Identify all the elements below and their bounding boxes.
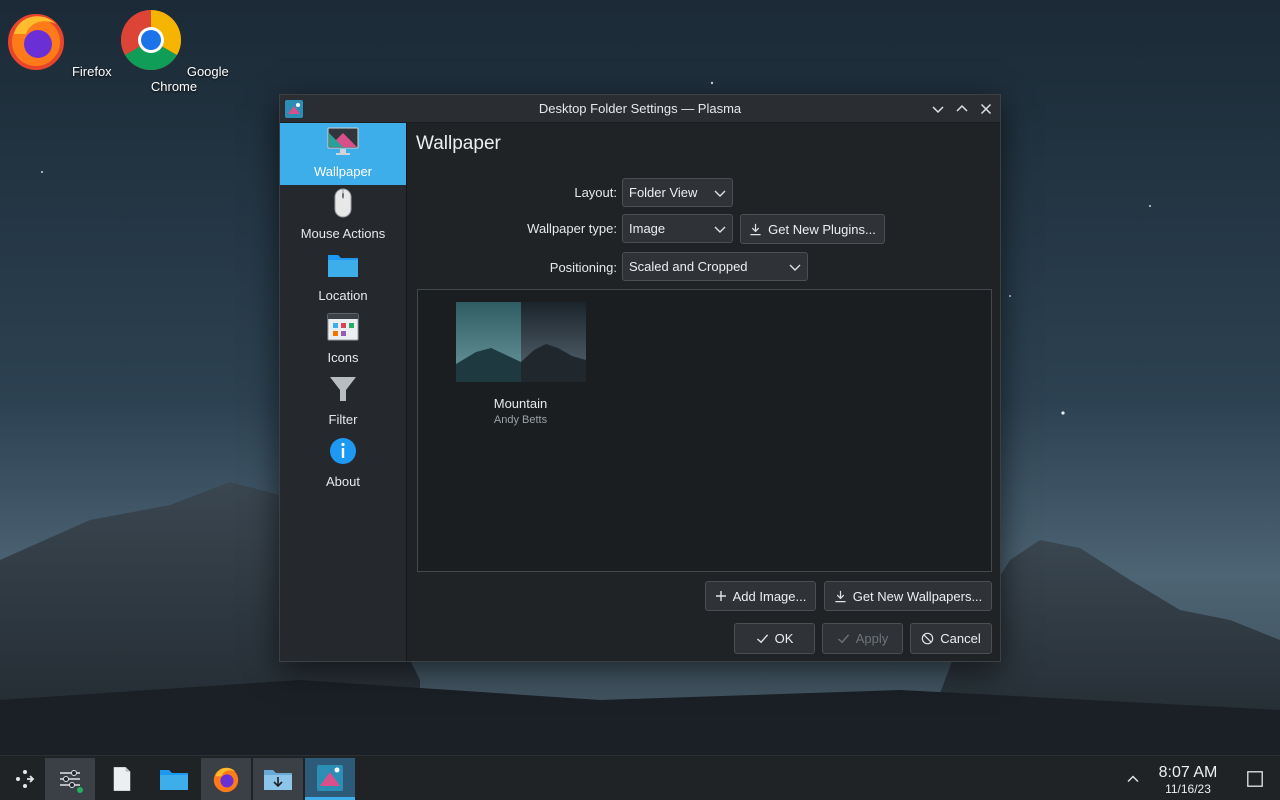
settings-sidebar: Wallpaper Mouse Actions Location Icons F… xyxy=(280,123,407,661)
info-icon xyxy=(330,438,356,464)
firefox-icon xyxy=(8,14,65,70)
task-plasma-settings[interactable] xyxy=(305,758,355,800)
sidebar-item-location[interactable]: Location xyxy=(280,247,406,309)
checkmark-icon xyxy=(756,634,768,644)
application-launcher[interactable] xyxy=(0,758,50,800)
folder-icon xyxy=(328,255,358,277)
desktop-icon-firefox[interactable]: Firefox xyxy=(3,8,113,79)
close-icon xyxy=(980,103,992,115)
positioning-select[interactable]: Scaled and Cropped xyxy=(622,252,808,281)
mouse-icon xyxy=(334,188,352,218)
wallpaper-type-label: Wallpaper type: xyxy=(527,221,617,236)
apply-button[interactable]: Apply xyxy=(822,623,903,654)
checkmark-icon xyxy=(837,634,849,644)
layout-label: Layout: xyxy=(574,185,617,200)
task-firefox[interactable] xyxy=(201,758,251,800)
clock-date: 11/16/23 xyxy=(1165,782,1211,796)
get-new-wallpapers-button[interactable]: Get New Wallpapers... xyxy=(824,581,992,611)
ok-button[interactable]: OK xyxy=(734,623,815,654)
icons-grid-icon xyxy=(327,313,359,341)
sidebar-item-label: Icons xyxy=(327,350,359,365)
wallpaper-type-select-value: Image xyxy=(629,221,666,236)
cancel-icon xyxy=(921,632,934,645)
close-button[interactable] xyxy=(976,99,996,119)
sidebar-item-wallpaper[interactable]: Wallpaper xyxy=(280,123,406,185)
get-new-plugins-label: Get New Plugins... xyxy=(768,221,876,237)
task-downloads[interactable] xyxy=(253,758,303,800)
taskbar: 8:07 AM 11/16/23 xyxy=(0,755,1280,800)
firefox-icon xyxy=(213,767,239,793)
page-title: Wallpaper xyxy=(416,133,501,154)
digital-clock[interactable]: 8:07 AM 11/16/23 xyxy=(1150,764,1226,796)
settings-window: Desktop Folder Settings — Plasma Wallpap… xyxy=(279,94,1001,662)
wallpaper-thumbnail xyxy=(455,302,586,382)
show-desktop-icon xyxy=(1247,771,1263,787)
plus-icon xyxy=(715,591,726,601)
task-system-settings[interactable] xyxy=(45,758,95,800)
ok-label: OK xyxy=(774,631,794,646)
layout-select-value: Folder View xyxy=(629,185,698,200)
document-icon xyxy=(113,767,131,791)
sidebar-item-about[interactable]: About xyxy=(280,433,406,495)
show-desktop-button[interactable] xyxy=(1230,758,1280,800)
minimize-button[interactable] xyxy=(928,99,948,119)
download-icon xyxy=(750,223,761,235)
chrome-icon xyxy=(121,9,182,71)
chevron-up-icon xyxy=(1127,775,1139,783)
add-image-button[interactable]: Add Image... xyxy=(705,581,816,611)
desktop-icon-label: Firefox xyxy=(71,64,112,79)
layout-select[interactable]: Folder View xyxy=(622,178,733,207)
filter-funnel-icon xyxy=(330,377,356,401)
sidebar-item-filter[interactable]: Filter xyxy=(280,371,406,433)
sidebar-item-label: Wallpaper xyxy=(313,164,373,179)
settings-content: Wallpaper Layout: Folder View Wallpaper … xyxy=(408,123,1000,661)
sidebar-item-label: Mouse Actions xyxy=(300,226,386,241)
chevron-down-icon xyxy=(789,264,801,271)
download-icon xyxy=(835,590,846,602)
get-new-wallpapers-label: Get New Wallpapers... xyxy=(852,588,983,604)
wallpaper-name: Mountain xyxy=(493,396,548,411)
task-file-manager[interactable] xyxy=(149,758,199,800)
sidebar-item-label: About xyxy=(326,474,360,489)
apply-label: Apply xyxy=(855,631,889,646)
add-image-label: Add Image... xyxy=(732,588,807,604)
wallpaper-list[interactable]: Mountain Andy Betts xyxy=(417,289,992,572)
clock-time: 8:07 AM xyxy=(1158,764,1218,781)
desktop-icon-google-chrome[interactable]: Google Chrome xyxy=(119,8,229,94)
folder-icon xyxy=(160,770,188,790)
sidebar-item-icons[interactable]: Icons xyxy=(280,309,406,371)
sidebar-item-mouse-actions[interactable]: Mouse Actions xyxy=(280,185,406,247)
downloads-folder-icon xyxy=(264,770,292,790)
cancel-label: Cancel xyxy=(940,631,981,646)
launcher-icon xyxy=(16,770,35,788)
wallpaper-item[interactable]: Mountain Andy Betts xyxy=(448,302,593,426)
sidebar-item-label: Filter xyxy=(328,412,358,427)
chevron-down-icon xyxy=(714,190,726,197)
window-titlebar[interactable]: Desktop Folder Settings — Plasma xyxy=(280,95,1000,123)
sidebar-item-label: Location xyxy=(318,288,368,303)
get-new-plugins-button[interactable]: Get New Plugins... xyxy=(740,214,885,244)
chevron-down-icon xyxy=(932,106,944,114)
task-document[interactable] xyxy=(97,758,147,800)
wallpaper-type-select[interactable]: Image xyxy=(622,214,733,243)
settings-sliders-icon xyxy=(60,770,83,793)
positioning-label: Positioning: xyxy=(549,260,617,275)
plasma-settings-icon xyxy=(317,764,343,791)
wallpaper-author: Andy Betts xyxy=(493,414,548,426)
cancel-button[interactable]: Cancel xyxy=(910,623,992,654)
monitor-icon xyxy=(327,127,359,155)
chevron-down-icon xyxy=(714,226,726,233)
maximize-button[interactable] xyxy=(952,99,972,119)
positioning-select-value: Scaled and Cropped xyxy=(629,259,748,274)
window-title: Desktop Folder Settings — Plasma xyxy=(538,101,742,116)
chevron-up-icon xyxy=(956,104,968,112)
